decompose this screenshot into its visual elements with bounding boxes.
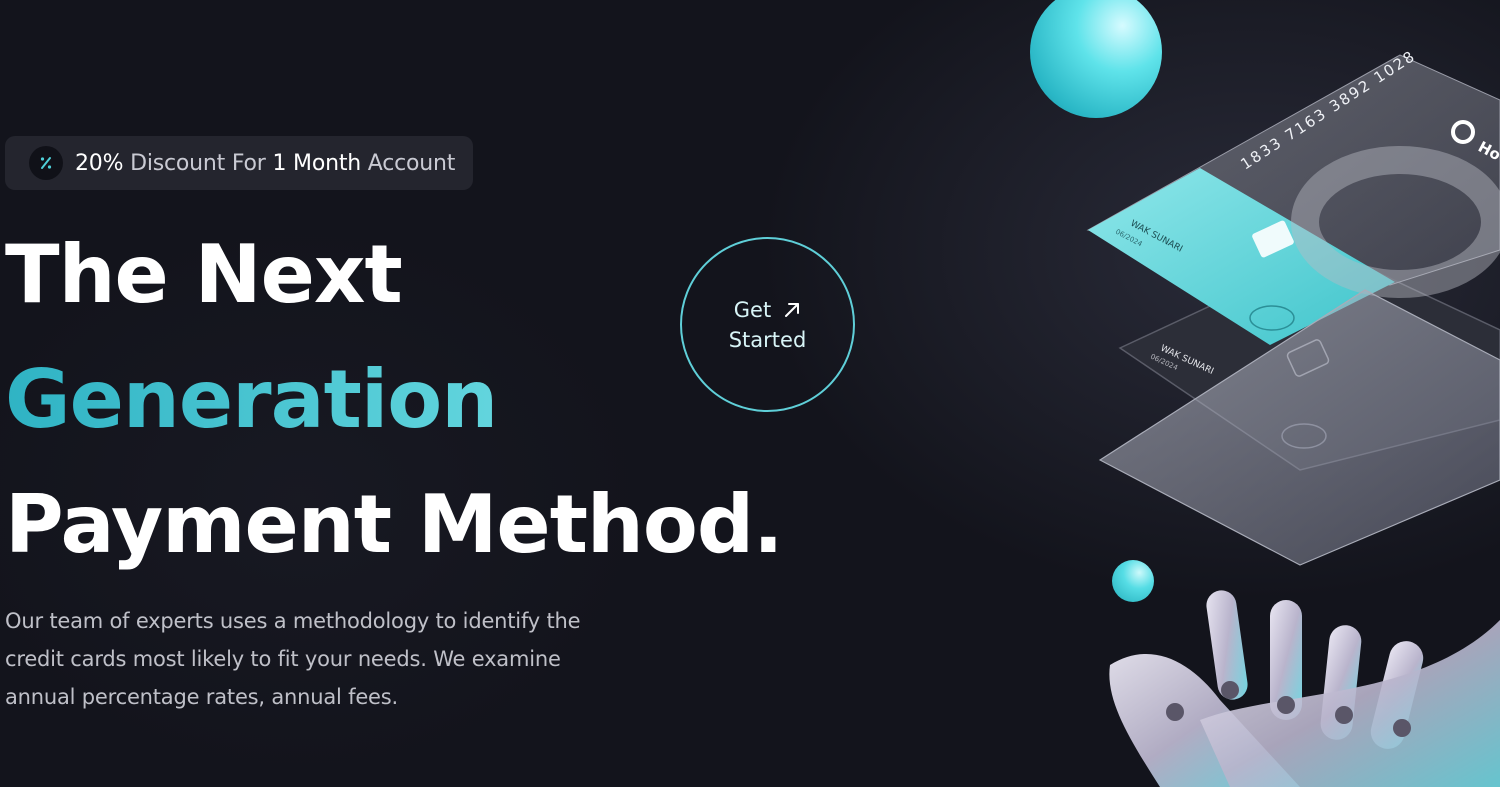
discount-text: 20% Discount For 1 Month Account	[75, 151, 455, 176]
headline-line-1: The Next	[5, 228, 403, 321]
cta-label-get: Get	[733, 297, 772, 322]
get-started-button[interactable]: Get Started	[680, 237, 855, 412]
cards-illustration: WAK SUNARI 06/2024 1833 7163 3892 1028 H…	[1086, 47, 1500, 787]
discount-badge: 20% Discount For 1 Month Account	[5, 136, 473, 190]
headline-line-2: Generation	[5, 337, 783, 462]
discount-percent: 20%	[75, 150, 124, 176]
cta-row-1: Get	[734, 295, 801, 325]
hero-description: Our team of experts uses a methodology t…	[5, 609, 581, 709]
arrow-up-right-icon	[785, 302, 800, 317]
discount-label: Discount For	[123, 150, 273, 176]
discount-suffix: Account	[361, 150, 456, 176]
headline-line-3: Payment Method.	[5, 478, 783, 571]
discount-duration: 1 Month	[272, 150, 361, 176]
hero-section: 20% Discount For 1 Month Account The Nex…	[0, 0, 1500, 787]
cta-row-2: Started	[729, 325, 807, 355]
hero-headline: The Next Generation Payment Method.	[5, 212, 783, 587]
percent-icon	[29, 146, 63, 180]
robot-hand	[1109, 590, 1500, 787]
cta-label-started: Started	[728, 327, 807, 352]
